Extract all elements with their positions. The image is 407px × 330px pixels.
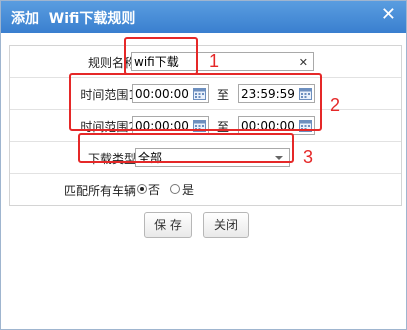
close-icon[interactable]: ✕ (381, 6, 396, 24)
annotation-number-1: 1 (209, 51, 220, 71)
annotation-box-1 (124, 37, 198, 75)
annotation-box-3 (78, 133, 294, 163)
match-all-vehicles-label: 匹配所有车辆 (63, 184, 136, 198)
annotation-number-2: 2 (330, 95, 341, 115)
dialog-titlebar: 添加 Wifi下载规则 ✕ (1, 1, 406, 33)
annotation-box-2 (69, 73, 322, 131)
close-button[interactable]: 关闭 (203, 212, 249, 238)
radio-yes[interactable] (170, 184, 180, 194)
radio-yes-label[interactable]: 是 (182, 181, 194, 198)
dialog-title: 添加 Wifi下载规则 (11, 11, 136, 27)
match-all-vehicles-row: 匹配所有车辆 否 是 (10, 174, 401, 205)
radio-no[interactable] (137, 184, 147, 194)
dialog: 添加 Wifi下载规则 ✕ 规则名称 wifi下载 ✕ 时间范围1 00:00:… (0, 0, 407, 330)
annotation-number-3: 3 (303, 147, 314, 167)
clear-icon[interactable]: ✕ (299, 53, 308, 72)
radio-no-label[interactable]: 否 (148, 181, 160, 198)
save-button[interactable]: 保 存 (144, 212, 192, 238)
